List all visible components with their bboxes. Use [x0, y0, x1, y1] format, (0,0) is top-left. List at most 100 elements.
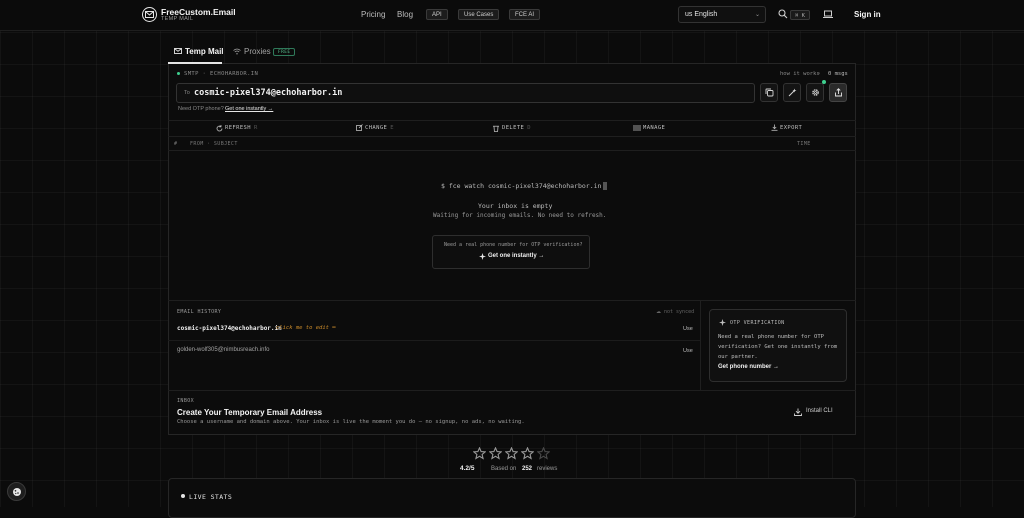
- cookie-icon: [12, 487, 21, 496]
- tab-proxies[interactable]: Proxies: [244, 47, 271, 56]
- magic-edit-icon: [788, 88, 796, 97]
- star-icon[interactable]: [472, 446, 487, 462]
- history-item-address[interactable]: cosmic-pixel374@echoharbor.in: [177, 325, 282, 332]
- wifi-icon: [233, 48, 241, 57]
- cli-command-text: $ fce watch cosmic-pixel374@echoharbor.i…: [441, 182, 602, 190]
- email-address-field[interactable]: To cosmic-pixel374@echoharbor.in: [176, 83, 755, 103]
- download-icon: [794, 408, 802, 418]
- otp-question: Need a real phone number for OTP verific…: [444, 242, 583, 248]
- manage-button[interactable]: MANAGE: [643, 125, 665, 131]
- status-dot: [177, 72, 180, 75]
- inbox-title: Create Your Temporary Email Address: [177, 408, 323, 417]
- otp-verification-text: Need a real phone number for OTP verific…: [718, 334, 838, 360]
- share-icon: [834, 88, 842, 97]
- mail-tab-icon: [174, 48, 182, 56]
- vertical-divider: [700, 300, 701, 390]
- live-stats-label: LIVE STATS: [189, 493, 233, 501]
- inbox-description: Choose a username and domain above. Your…: [177, 419, 525, 425]
- use-button[interactable]: Use: [683, 326, 693, 332]
- change-label: CHANGE: [365, 125, 388, 131]
- otp-card: Need a real phone number for OTP verific…: [432, 235, 590, 269]
- delete-button[interactable]: DELETE D: [502, 125, 531, 131]
- sparkle-icon: [719, 319, 726, 328]
- free-badge: FREE: [273, 48, 296, 56]
- refresh-label: REFRESH: [225, 125, 251, 131]
- nav-fce-ai[interactable]: FCE AI: [509, 9, 541, 20]
- star-icon[interactable]: [488, 446, 503, 462]
- rating-value: 4.2/5: [460, 465, 475, 472]
- cli-command: $ fce watch cosmic-pixel374@echoharbor.i…: [441, 182, 608, 190]
- email-address[interactable]: cosmic-pixel374@echoharbor.in: [194, 88, 342, 98]
- change-icon: [356, 124, 363, 133]
- star-icon[interactable]: [536, 446, 551, 462]
- inbox-label: INBOX: [177, 398, 195, 404]
- download-icon: [771, 124, 778, 133]
- column-number: #: [174, 141, 178, 147]
- refresh-button[interactable]: REFRESH R: [225, 125, 258, 131]
- brand-subtitle: TEMP MAIL: [161, 16, 194, 22]
- gear-icon: [811, 89, 819, 96]
- column-from-subject: FROM · SUBJECT: [190, 141, 238, 147]
- change-button[interactable]: CHANGE E: [365, 125, 394, 131]
- column-time: TIME: [797, 141, 811, 147]
- delete-label: DELETE: [502, 125, 525, 131]
- divider: [168, 136, 856, 137]
- cookie-button[interactable]: [7, 482, 26, 501]
- list-icon: [633, 125, 641, 133]
- mail-logo-icon[interactable]: [142, 7, 157, 22]
- star-icon[interactable]: [504, 446, 519, 462]
- refresh-icon: [216, 125, 223, 134]
- share-button[interactable]: [829, 83, 847, 102]
- rating-reviews: reviews: [537, 466, 558, 472]
- nav-api[interactable]: API: [426, 9, 448, 20]
- export-button[interactable]: EXPORT: [780, 125, 802, 131]
- sync-status: not synced: [664, 309, 695, 315]
- otp-link[interactable]: Get one instantly →: [225, 106, 273, 112]
- to-label: To: [184, 90, 190, 96]
- sparkle-icon: [479, 253, 486, 262]
- nav-blog[interactable]: Blog: [397, 10, 413, 19]
- sign-in-link[interactable]: Sign in: [854, 10, 881, 19]
- empty-title: Your inbox is empty: [478, 202, 553, 210]
- use-button[interactable]: Use: [683, 348, 693, 354]
- divider: [168, 300, 856, 301]
- message-count: 0 msgs: [828, 71, 848, 77]
- language-value: us English: [685, 11, 718, 18]
- laptop-icon[interactable]: [823, 10, 833, 21]
- chevron-down-icon: ⌄: [754, 12, 760, 18]
- copy-button[interactable]: [760, 83, 778, 102]
- nav-pricing[interactable]: Pricing: [361, 10, 385, 19]
- history-edit-hint[interactable]: click me to edit ━: [276, 325, 336, 331]
- divider: [168, 150, 856, 151]
- divider: [168, 340, 700, 341]
- rating-count: 252: [522, 466, 533, 472]
- otp-get-instantly-link[interactable]: Get one instantly →: [488, 253, 544, 259]
- get-phone-number-link[interactable]: Get phone number →: [718, 364, 779, 370]
- smtp-status: SMTP · ECHOHARBOR.IN: [184, 71, 259, 77]
- install-cli-button[interactable]: Install CLI: [806, 408, 833, 414]
- copy-icon: [765, 88, 773, 97]
- refresh-key: R: [253, 125, 258, 131]
- dot-separator: ·: [818, 71, 822, 77]
- otp-prompt: Need OTP phone?: [178, 106, 224, 112]
- search-icon[interactable]: [778, 9, 788, 21]
- edit-button[interactable]: [783, 83, 801, 102]
- history-item-address[interactable]: golden-wolf305@nimbusreach.info: [177, 347, 269, 353]
- tab-temp-mail[interactable]: Temp Mail: [185, 47, 224, 56]
- live-dot: [181, 494, 185, 498]
- settings-button[interactable]: [806, 83, 824, 102]
- divider: [168, 120, 856, 121]
- live-stats-card: LIVE STATS: [168, 478, 856, 518]
- language-select[interactable]: us English ⌄: [678, 6, 766, 23]
- change-key: E: [390, 125, 394, 131]
- star-icon[interactable]: [520, 446, 535, 462]
- how-it-works-link[interactable]: how it works: [780, 71, 820, 77]
- empty-subtitle: Waiting for incoming emails. No need to …: [433, 212, 607, 219]
- nav-use-cases[interactable]: Use Cases: [458, 9, 500, 20]
- search-shortcut: ⌘ K: [790, 10, 810, 20]
- cursor-block: [603, 182, 608, 190]
- otp-verification-box: OTP VERIFICATION Need a real phone numbe…: [709, 309, 847, 382]
- email-history-label: EMAIL HISTORY: [177, 309, 222, 315]
- cloud-sync-icon: ☁: [656, 309, 661, 315]
- top-header: FreeCustom.Email TEMP MAIL Pricing Blog …: [0, 0, 1024, 31]
